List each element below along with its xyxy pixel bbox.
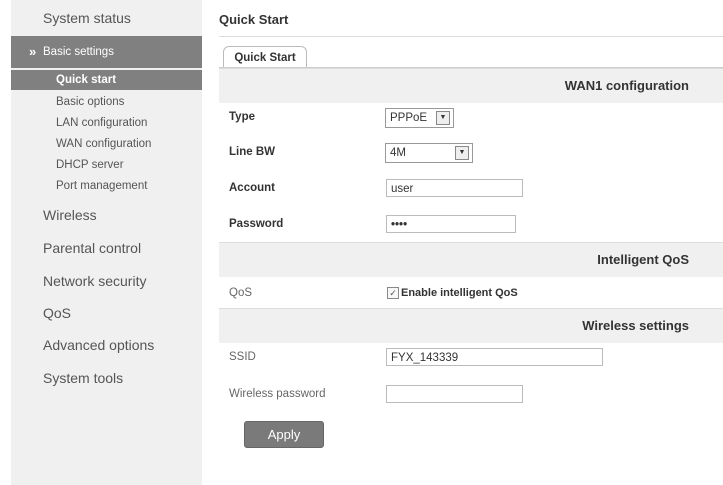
section-title: Intelligent QoS	[597, 252, 689, 267]
sidebar-subitem-basic-options[interactable]: Basic options	[11, 92, 202, 113]
section-header-qos: Intelligent QoS	[219, 242, 723, 277]
sidebar-item-label: Parental control	[43, 240, 142, 256]
sidebar-subitem-label: Quick start	[56, 74, 117, 86]
expand-chevron-icon: »	[29, 44, 37, 59]
sidebar-item-label: System tools	[43, 370, 124, 386]
sidebar-subitem-wan-configuration[interactable]: WAN configuration	[11, 134, 202, 155]
sidebar-subitem-port-management[interactable]: Port management	[11, 176, 202, 197]
sidebar-item-label: QoS	[43, 305, 72, 321]
type-select[interactable]: PPPoE ▼	[385, 108, 454, 128]
main-panel: Quick Start Quick Start WAN1 configurati…	[219, 0, 723, 485]
sidebar-item-label: Network security	[43, 273, 147, 289]
sidebar-subitem-label: Port management	[56, 180, 148, 192]
sidebar-item-network-security[interactable]: Network security	[11, 265, 202, 297]
qos-checkbox-label: Enable intelligent QoS	[401, 287, 518, 299]
account-input[interactable]: user	[386, 179, 523, 197]
sidebar-item-label: System status	[43, 10, 131, 26]
sidebar-subitem-quick-start[interactable]: Quick start	[11, 70, 202, 90]
tab-quick-start[interactable]: Quick Start	[223, 46, 307, 68]
chevron-down-icon: ▼	[455, 146, 469, 160]
title-divider	[219, 36, 723, 37]
apply-button[interactable]: Apply	[244, 421, 324, 448]
qos-checkbox[interactable]: ✓	[387, 287, 399, 299]
sidebar-subitem-label: WAN configuration	[56, 138, 152, 150]
password-input[interactable]: ••••	[386, 215, 516, 233]
section-title: Wireless settings	[582, 318, 689, 333]
line-bw-label: Line BW	[229, 146, 275, 158]
line-bw-select-value: 4M	[390, 147, 406, 159]
section-header-wireless: Wireless settings	[219, 308, 723, 343]
sidebar-subitem-label: DHCP server	[56, 159, 124, 171]
sidebar-item-parental-control[interactable]: Parental control	[11, 232, 202, 264]
line-bw-select[interactable]: 4M ▼	[385, 143, 473, 163]
sidebar-item-label: Advanced options	[43, 337, 155, 353]
sidebar-subitem-dhcp-server[interactable]: DHCP server	[11, 155, 202, 176]
sidebar-item-label: Basic settings	[43, 46, 114, 58]
sidebar-item-qos[interactable]: QoS	[11, 297, 202, 329]
sidebar-item-basic-settings[interactable]: » Basic settings	[11, 36, 202, 68]
page-title: Quick Start	[219, 12, 289, 27]
password-label: Password	[229, 218, 284, 230]
ssid-label: SSID	[229, 351, 256, 363]
type-select-value: PPPoE	[390, 112, 428, 124]
sidebar-subitem-label: Basic options	[56, 96, 125, 108]
sidebar-item-wireless[interactable]: Wireless	[11, 199, 202, 231]
wireless-password-input[interactable]	[386, 385, 523, 403]
type-label: Type	[229, 111, 255, 123]
wireless-password-label: Wireless password	[229, 388, 326, 400]
sidebar-item-label: Wireless	[43, 207, 97, 223]
sidebar-subitem-label: LAN configuration	[56, 117, 148, 129]
chevron-down-icon: ▼	[436, 111, 450, 125]
account-label: Account	[229, 182, 275, 194]
sidebar-item-system-status[interactable]: System status	[11, 0, 202, 36]
sidebar-item-advanced-options[interactable]: Advanced options	[11, 329, 202, 361]
section-header-wan: WAN1 configuration	[219, 68, 723, 103]
section-title: WAN1 configuration	[564, 78, 689, 93]
ssid-input[interactable]: FYX_143339	[386, 348, 603, 366]
sidebar-item-system-tools[interactable]: System tools	[11, 362, 202, 394]
qos-label: QoS	[229, 287, 253, 299]
sidebar: System status » Basic settings Quick sta…	[11, 0, 202, 485]
sidebar-subitem-lan-configuration[interactable]: LAN configuration	[11, 113, 202, 134]
